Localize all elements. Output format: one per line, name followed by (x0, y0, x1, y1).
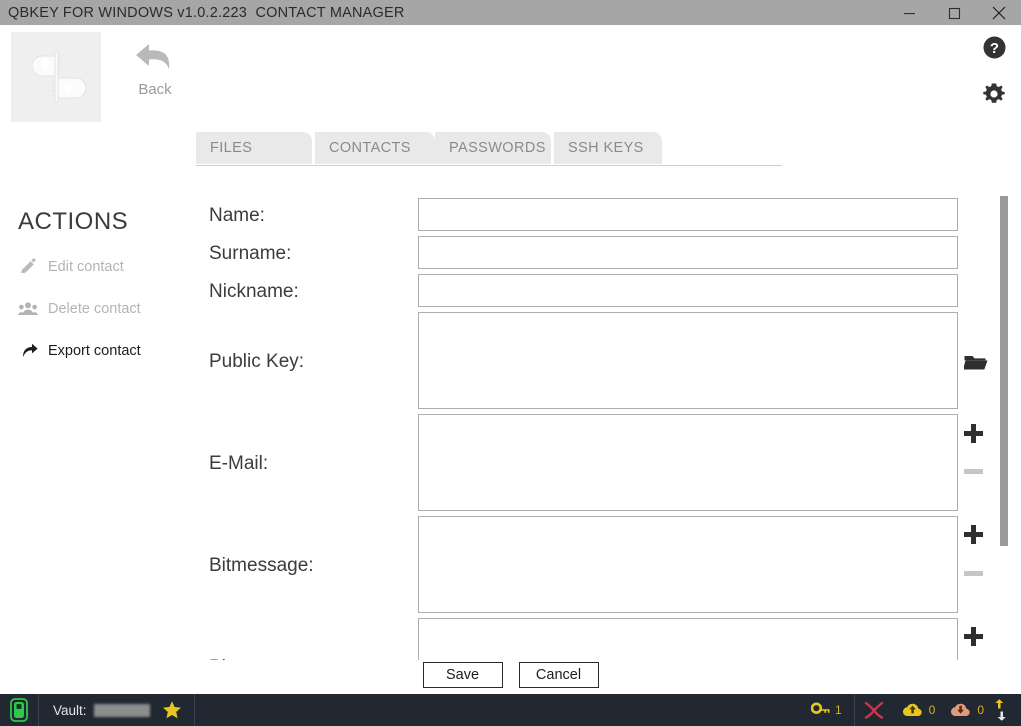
bitmessage-input[interactable] (418, 516, 958, 613)
svg-text:?: ? (989, 40, 998, 57)
public-key-input[interactable] (418, 312, 958, 409)
back-arrow-icon (136, 44, 170, 69)
browse-folder-icon (964, 355, 988, 369)
remove-bitmessage-icon (964, 571, 983, 576)
keys-status[interactable]: 1 (799, 694, 855, 726)
device-status[interactable] (0, 694, 39, 726)
minimize-icon (903, 12, 915, 14)
maximize-button[interactable] (931, 0, 976, 25)
dialog-buttons: Save Cancel (0, 662, 1021, 696)
key-icon (810, 702, 830, 714)
add-bitmessage-icon (964, 525, 983, 544)
tab-bar: FILES CONTACTS PASSWORDS SSH KEYS (196, 132, 782, 166)
window-controls (886, 0, 1021, 25)
download-count: 0 (977, 703, 984, 717)
top-bar: Back ? (0, 25, 1021, 132)
app-logo (11, 32, 101, 122)
connection-status[interactable] (855, 694, 893, 726)
tab-ssh-keys[interactable]: SSH KEYS (554, 132, 662, 164)
add-bitmessage-button[interactable] (964, 525, 983, 544)
sidebar-item-edit-contact[interactable]: Edit contact (18, 256, 124, 278)
favorite-button[interactable] (162, 700, 182, 720)
sidebar-item-delete-contact[interactable]: Delete contact (18, 298, 141, 320)
help-circle-icon: ? (983, 36, 1005, 59)
broken-link-icon (864, 701, 883, 719)
tab-files-label: FILES (210, 140, 253, 156)
usb-device-icon (10, 698, 28, 722)
vault-label: Vault: (53, 702, 87, 718)
close-button[interactable] (976, 0, 1021, 25)
minimize-button[interactable] (886, 0, 931, 25)
surname-input[interactable] (418, 236, 958, 269)
add-email-icon (964, 424, 983, 443)
browse-folder-button[interactable] (964, 352, 988, 372)
qbkey-logo-icon (31, 51, 87, 103)
tab-underline (196, 165, 782, 166)
cloud-upload-icon (902, 703, 922, 717)
tab-contacts-label: CONTACTS (329, 140, 411, 156)
remove-email-button[interactable] (964, 469, 983, 474)
transfer-status[interactable] (988, 694, 1021, 726)
vault-status[interactable]: Vault: (39, 694, 195, 726)
contact-form: Name: Surname: Nickname: Public Key: E-M… (196, 190, 1001, 660)
back-button[interactable]: Back (124, 38, 186, 118)
add-email-button[interactable] (964, 424, 983, 443)
star-icon (162, 701, 181, 719)
window-title: QBKEY FOR WINDOWS v1.0.2.223 CONTACT MAN… (8, 4, 405, 21)
bitmessage-label: Bitmessage: (209, 555, 314, 576)
download-status[interactable]: 0 (939, 694, 988, 726)
form-scrollbar-thumb[interactable] (1000, 196, 1008, 546)
nickname-input[interactable] (418, 274, 958, 307)
add-phone-button[interactable] (964, 627, 983, 646)
form-scrollbar[interactable] (1000, 190, 1008, 660)
remove-email-icon (964, 469, 983, 474)
nickname-label: Nickname: (209, 281, 299, 302)
export-arrow-icon (18, 343, 38, 359)
sidebar-item-export-contact[interactable]: Export contact (18, 340, 141, 362)
tab-files[interactable]: FILES (196, 132, 312, 164)
key-count: 1 (834, 703, 842, 717)
pencil-icon (18, 258, 38, 276)
tab-passwords-label: PASSWORDS (449, 140, 546, 156)
sidebar-item-export-contact-label: Export contact (48, 343, 141, 359)
tab-contacts[interactable]: CONTACTS (315, 132, 435, 164)
add-phone-icon (964, 627, 983, 646)
actions-title: ACTIONS (18, 208, 129, 235)
email-input[interactable] (418, 414, 958, 511)
public-key-label: Public Key: (209, 351, 305, 372)
save-button[interactable]: Save (422, 662, 503, 688)
surname-label: Surname: (209, 243, 292, 264)
upload-status[interactable]: 0 (893, 694, 940, 726)
tab-passwords[interactable]: PASSWORDS (435, 132, 551, 164)
people-icon (18, 301, 38, 317)
help-button[interactable]: ? (982, 35, 1007, 65)
actions-sidebar: ACTIONS Edit contact Delete contact Expo… (0, 190, 195, 690)
tab-ssh-keys-label: SSH KEYS (568, 140, 644, 156)
header-icon-group: ? (981, 35, 1007, 112)
phone-input[interactable] (418, 618, 958, 660)
gear-icon (983, 83, 1005, 103)
status-bar: Vault: 1 0 0 (0, 694, 1021, 726)
phone-label: Ph (209, 657, 232, 660)
title-bar: QBKEY FOR WINDOWS v1.0.2.223 CONTACT MAN… (0, 0, 1021, 25)
vault-value (93, 703, 150, 717)
up-down-arrows-icon (995, 699, 1006, 721)
cloud-download-icon (951, 703, 970, 717)
sidebar-item-delete-contact-label: Delete contact (48, 301, 141, 317)
remove-bitmessage-button[interactable] (964, 571, 983, 576)
name-label: Name: (209, 205, 265, 226)
name-input[interactable] (418, 198, 958, 231)
sidebar-item-edit-contact-label: Edit contact (48, 259, 124, 275)
settings-button[interactable] (981, 81, 1007, 112)
maximize-icon (948, 7, 960, 19)
cancel-button[interactable]: Cancel (518, 662, 599, 688)
close-icon (992, 6, 1005, 19)
back-button-label: Back (138, 81, 172, 98)
email-label: E-Mail: (209, 453, 269, 474)
upload-count: 0 (928, 703, 936, 717)
